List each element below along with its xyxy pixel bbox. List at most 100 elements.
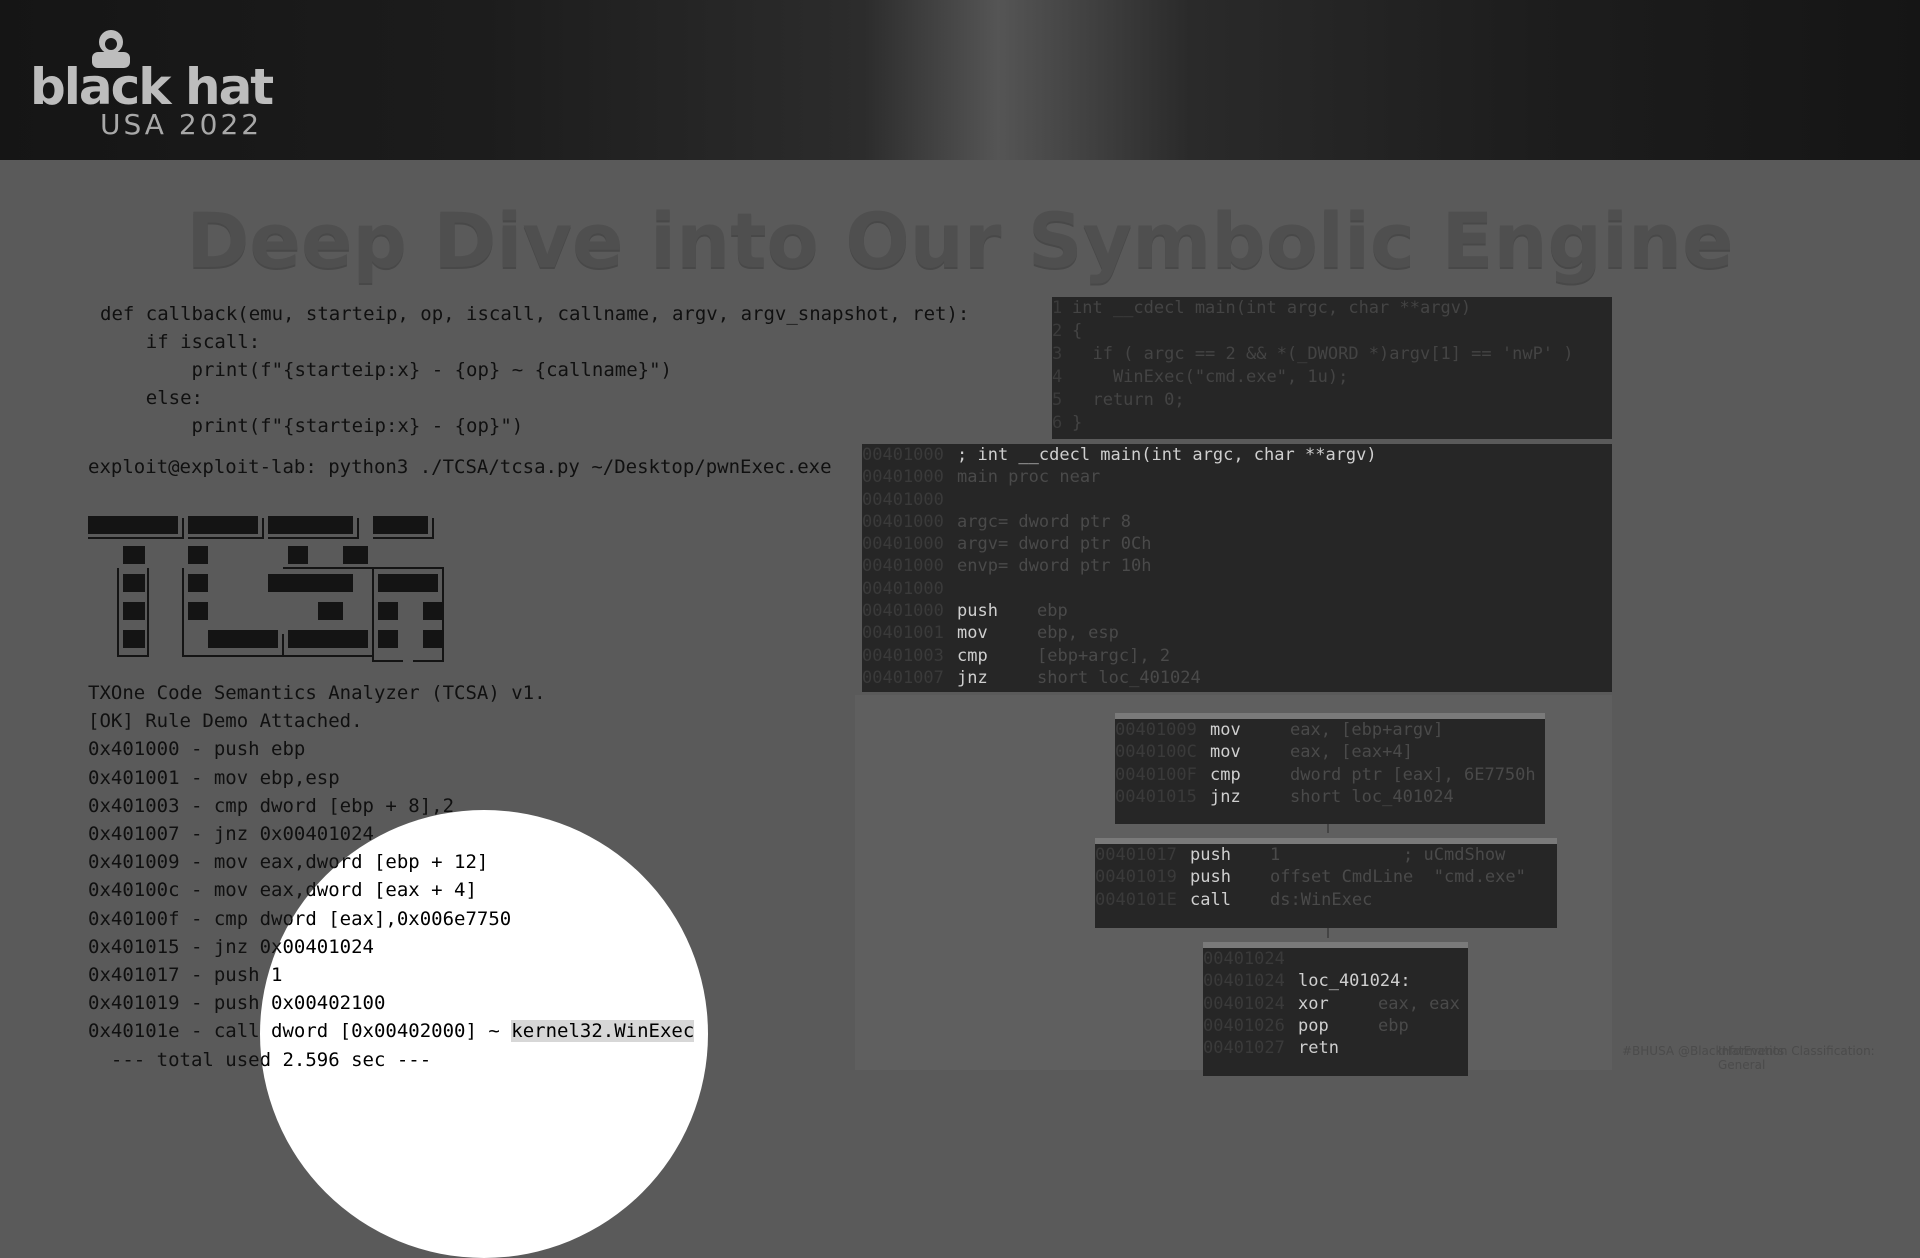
decompiled-text: int __cdecl main(int argc, char **argv) <box>1072 298 1472 318</box>
asm-address: 00401003 <box>862 645 944 666</box>
asm-address: 00401019 <box>1095 867 1177 888</box>
code-line: print(f"{starteip:x} - {op}") <box>100 415 524 437</box>
asm-mnemonic: cmp <box>957 645 998 666</box>
asm-mnemonic: argc= dword ptr <box>957 511 1111 532</box>
decompiled-line: 6} <box>1052 412 1612 435</box>
asm-address: 0040101E <box>1095 889 1177 910</box>
asm-operands: 0Ch <box>1110 534 1152 555</box>
asm-address: 00401009 <box>1115 720 1197 740</box>
asm-line: 00401000 main proc near <box>862 466 1612 488</box>
line-number: 2 <box>1052 321 1063 341</box>
asm-address: 00401017 <box>1095 845 1177 865</box>
output-line: 0x401000 - push ebp <box>88 738 306 761</box>
asm-mnemonic: push <box>957 601 998 622</box>
asm-line: 0040100C mov eax, [eax+4] <box>1115 741 1545 763</box>
asm-line: 00401017 push 1 ; uCmdShow <box>1095 844 1557 866</box>
asm-line: 00401027 retn <box>1203 1037 1468 1059</box>
blackhat-logo: black hat USA 2022 <box>30 28 310 141</box>
asm-mnemonic: call <box>1190 889 1231 910</box>
asm-operands: offset CmdLine "cmd.exe" <box>1270 867 1526 888</box>
asm-mnemonic: envp= dword ptr <box>957 556 1111 577</box>
callback-code: def callback(emu, starteip, op, iscall, … <box>100 300 969 440</box>
asm-address: 00401001 <box>862 623 944 644</box>
output-line: 0x401003 - cmp dword [ebp + 8],2 <box>88 794 455 817</box>
asm-mnemonic: push <box>1190 867 1231 888</box>
asm-line: 00401000 argv= dword ptr 0Ch <box>862 533 1612 555</box>
asm-operands: eax, [ebp+argv] <box>1290 720 1444 740</box>
asm-mnemonic: mov <box>957 623 998 644</box>
asm-operands: eax, eax <box>1378 993 1460 1014</box>
decompiled-text: { <box>1072 321 1083 341</box>
asm-line: 00401019 push offset CmdLine "cmd.exe" <box>1095 866 1557 888</box>
asm-line: 0040101E call ds:WinExec <box>1095 889 1557 911</box>
asm-line: 00401024 loc_401024: <box>1203 970 1468 992</box>
logo-event: USA 2022 <box>100 108 263 141</box>
asm-address: 00401007 <box>862 667 944 688</box>
asm-operands: short loc_401024 <box>1037 667 1201 688</box>
asm-line: 00401000 envp= dword ptr 10h <box>862 555 1612 577</box>
decompiled-text: if ( argc == 2 && *(_DWORD *)argv[1] == … <box>1072 344 1574 364</box>
disassembly-main-panel: 00401000 ; int __cdecl main(int argc, cha… <box>862 444 1612 692</box>
tcsa-ascii-banner <box>88 516 444 662</box>
asm-line: 00401000 push ebp <box>862 600 1612 622</box>
asm-operands: 1 ; uCmdShow <box>1270 845 1506 865</box>
asm-mnemonic: mov <box>1210 742 1241 763</box>
asm-address: 00401000 <box>862 489 944 510</box>
asm-address: 00401000 <box>862 445 944 465</box>
code-line: def callback(emu, starteip, op, iscall, … <box>100 303 970 325</box>
asm-operands: eax, [eax+4] <box>1290 742 1413 763</box>
asm-address: 00401000 <box>862 556 944 577</box>
line-number: 6 <box>1052 413 1063 433</box>
output-line: TXOne Code Semantics Analyzer (TCSA) v1. <box>88 682 546 704</box>
asm-mnemonic: push <box>1190 845 1231 865</box>
asm-line: 0040100F cmp dword ptr [eax], 6E7750h <box>1115 764 1545 786</box>
basic-block-ret: 00401024 00401024 loc_401024: 00401024 xor e… <box>1203 942 1468 1076</box>
asm-mnemonic: main proc near <box>957 467 1101 488</box>
output-line: 0x401001 - mov ebp,esp <box>88 766 340 789</box>
asm-address: 0040100F <box>1115 764 1197 785</box>
line-number: 1 <box>1052 298 1063 318</box>
asm-operands: 10h <box>1110 556 1152 577</box>
asm-operands: 8 <box>1110 511 1132 532</box>
decompiled-line: 2{ <box>1052 320 1612 343</box>
line-number: 4 <box>1052 367 1063 387</box>
asm-line: 00401000 argc= dword ptr 8 <box>862 511 1612 533</box>
asm-line: 00401009 mov eax, [ebp+argv] <box>1115 719 1545 741</box>
line-number: 5 <box>1052 390 1063 410</box>
asm-mnemonic: jnz <box>957 667 998 688</box>
asm-line: 00401000 <box>862 489 1612 511</box>
asm-mnemonic: xor <box>1298 993 1339 1014</box>
basic-block-cmp: 00401009 mov eax, [ebp+argv] 0040100C mov eax… <box>1115 713 1545 824</box>
output-line: [OK] Rule Demo Attached. <box>88 710 363 733</box>
decompiled-text: WinExec("cmd.exe", 1u); <box>1072 367 1349 387</box>
decompiled-line: 1 int __cdecl main(int argc, char **argv) <box>1052 297 1612 320</box>
decompiled-line: 3 if ( argc == 2 && *(_DWORD *)argv[1] =… <box>1052 343 1612 366</box>
asm-address: 00401000 <box>862 601 944 622</box>
asm-address: 00401024 <box>1203 949 1285 969</box>
asm-mnemonic: mov <box>1210 720 1241 740</box>
asm-address: 00401026 <box>1203 1015 1285 1036</box>
asm-operands: ebp <box>1378 1015 1409 1036</box>
code-line: if iscall: <box>100 331 261 353</box>
terminal-command: exploit@exploit-lab: python3 ./TCSA/tcsa… <box>88 456 832 478</box>
line-number: 3 <box>1052 344 1063 364</box>
asm-line: 00401024 <box>1203 948 1468 970</box>
asm-operands: [ebp+argc], 2 <box>1037 645 1171 666</box>
header-bar: black hat USA 2022 <box>0 0 1920 160</box>
asm-address: 00401000 <box>862 467 944 488</box>
slide-title: Deep Dive into Our Symbolic Engine <box>186 196 1734 285</box>
basic-block-winexec: 00401017 push 1 ; uCmdShow 00401019 push offs… <box>1095 838 1557 928</box>
asm-mnemonic: argv= dword ptr <box>957 534 1111 555</box>
asm-address: 00401027 <box>1203 1038 1285 1059</box>
decompiled-text: return 0; <box>1072 390 1185 410</box>
asm-address: 00401024 <box>1203 993 1285 1014</box>
asm-line: 00401000 ; int __cdecl main(int argc, cha… <box>862 444 1612 466</box>
asm-mnemonic: ; int __cdecl main(int argc, char **argv… <box>957 445 1377 465</box>
asm-address: 00401024 <box>1203 971 1285 992</box>
asm-address: 0040100C <box>1115 742 1197 763</box>
asm-mnemonic: jnz <box>1210 786 1241 807</box>
asm-line: 00401007 jnz short loc_401024 <box>862 667 1612 689</box>
code-line: else: <box>100 387 203 409</box>
asm-line: 00401026 pop ebp <box>1203 1015 1468 1037</box>
asm-mnemonic: retn <box>1298 1038 1339 1059</box>
